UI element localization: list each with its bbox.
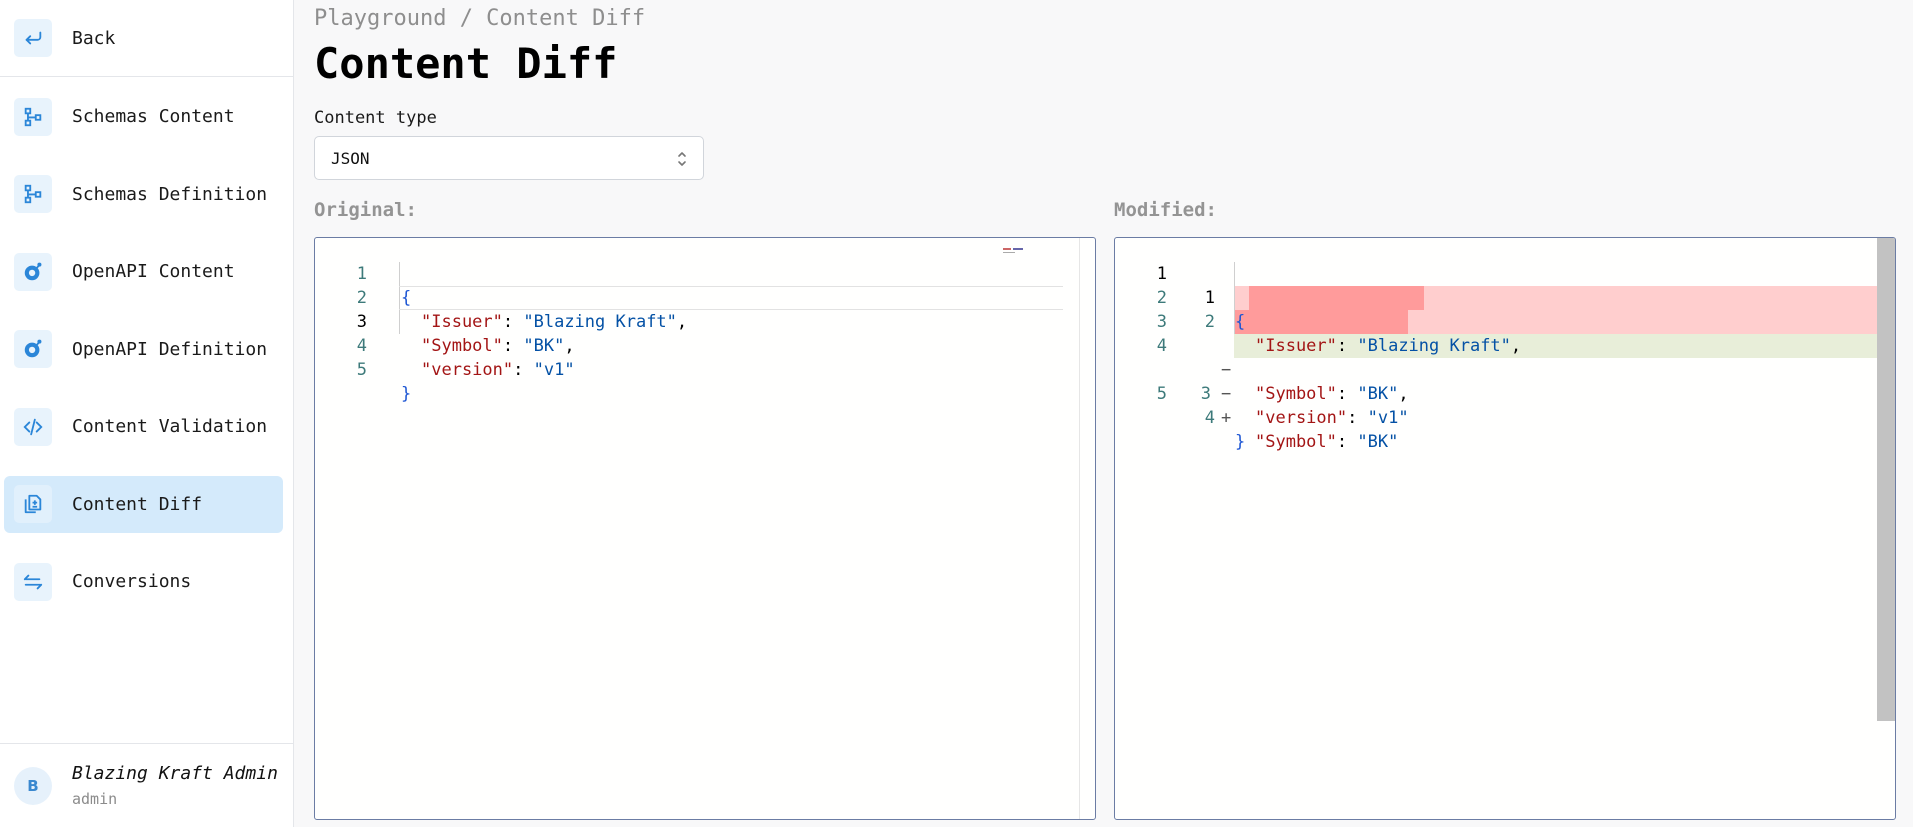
return-arrow-icon	[14, 19, 52, 57]
added-marker: +	[1221, 408, 1232, 428]
sidebar: Back Schemas Content Schemas Definition …	[0, 0, 294, 827]
user-profile[interactable]: B Blazing Kraft Admin admin	[0, 743, 293, 827]
diff-icon	[14, 485, 52, 523]
content-type-select[interactable]: JSON	[314, 136, 704, 180]
breadcrumb: Playground / Content Diff	[314, 6, 646, 31]
sidebar-item-schemas-definition[interactable]: Schemas Definition	[4, 166, 283, 223]
openapi-icon	[14, 252, 52, 291]
original-editor[interactable]: 1 { 2 "Issuer": "Blazing Kraft", 3 "Symb…	[314, 237, 1096, 820]
sidebar-item-conversions[interactable]: Conversions	[4, 553, 283, 610]
sidebar-item-schemas-content[interactable]: Schemas Content	[4, 88, 283, 145]
sidebar-item-openapi-definition[interactable]: OpenAPI Definition	[4, 321, 283, 378]
line-number-modified: 4	[1204, 408, 1215, 428]
line-text: "version": "v1"	[421, 360, 575, 380]
user-name: Blazing Kraft Admin	[72, 763, 278, 784]
sidebar-item-label: Content Validation	[72, 416, 268, 437]
removed-marker: −	[1221, 384, 1232, 404]
sidebar-item-label: Schemas Definition	[72, 183, 268, 205]
line-number-original: 5	[1156, 384, 1167, 404]
schema-icon	[14, 175, 52, 213]
diff-line: 2 2 "Issuer": "Blazing Kraft",	[1115, 262, 1895, 356]
user-role: admin	[72, 790, 118, 808]
line-text: "Symbol": "BK",	[1255, 384, 1409, 404]
content-type-label: Content type	[314, 108, 437, 128]
sidebar-item-label: Schemas Content	[72, 106, 235, 127]
sidebar-item-label: OpenAPI Content	[72, 261, 235, 282]
modified-label: Modified:	[1114, 199, 1217, 221]
chevron-up-down-icon	[675, 149, 689, 173]
content-type-value: JSON	[331, 148, 370, 168]
sidebar-item-label: OpenAPI Definition	[72, 338, 268, 360]
diff-line: 5 4 }	[1115, 358, 1895, 452]
line-number-modified: 3	[1200, 384, 1211, 404]
sidebar-item-label: Content Diff	[72, 493, 203, 515]
original-label: Original:	[314, 199, 417, 221]
code-line: 3 "Symbol": "BK",	[315, 286, 1095, 356]
line-text: "version": "v1"	[1255, 408, 1409, 428]
back-button[interactable]: Back	[0, 0, 293, 77]
line-text: "Symbol": "BK"	[1255, 432, 1399, 452]
arrows-icon	[14, 562, 52, 601]
diff-line: 3 − "Symbol": "BK",	[1115, 286, 1895, 404]
line-text: }	[401, 384, 412, 404]
sidebar-item-content-validation[interactable]: Content Validation	[4, 398, 283, 455]
code-line: 1 {	[315, 238, 1095, 308]
sidebar-item-content-diff[interactable]: Content Diff	[4, 475, 283, 533]
code-line: 5 }	[315, 334, 1095, 404]
code-line: 4 "version": "v1"	[315, 310, 1095, 380]
sidebar-item-label: Conversions	[72, 571, 192, 592]
back-label: Back	[72, 27, 116, 49]
modified-editor[interactable]: 1 1 { 2 2 "Issuer": "Blazing Kraft", 3 −…	[1114, 237, 1896, 820]
avatar: B	[14, 766, 52, 805]
openapi-icon	[14, 330, 52, 368]
diff-line: 4 − "version": "v1"	[1115, 310, 1895, 428]
schema-icon	[14, 97, 52, 136]
code-line: 2 "Issuer": "Blazing Kraft",	[315, 262, 1095, 332]
diff-line: 1 1 {	[1115, 238, 1895, 332]
sidebar-nav: Schemas Content Schemas Definition OpenA…	[4, 88, 283, 631]
sidebar-item-openapi-content[interactable]: OpenAPI Content	[4, 243, 283, 300]
code-icon	[14, 407, 52, 446]
line-number: 5	[356, 360, 367, 380]
diff-line: 3 + "Symbol": "BK"	[1115, 334, 1895, 452]
page-title: Content Diff	[314, 39, 618, 88]
line-text: }	[1235, 432, 1246, 452]
